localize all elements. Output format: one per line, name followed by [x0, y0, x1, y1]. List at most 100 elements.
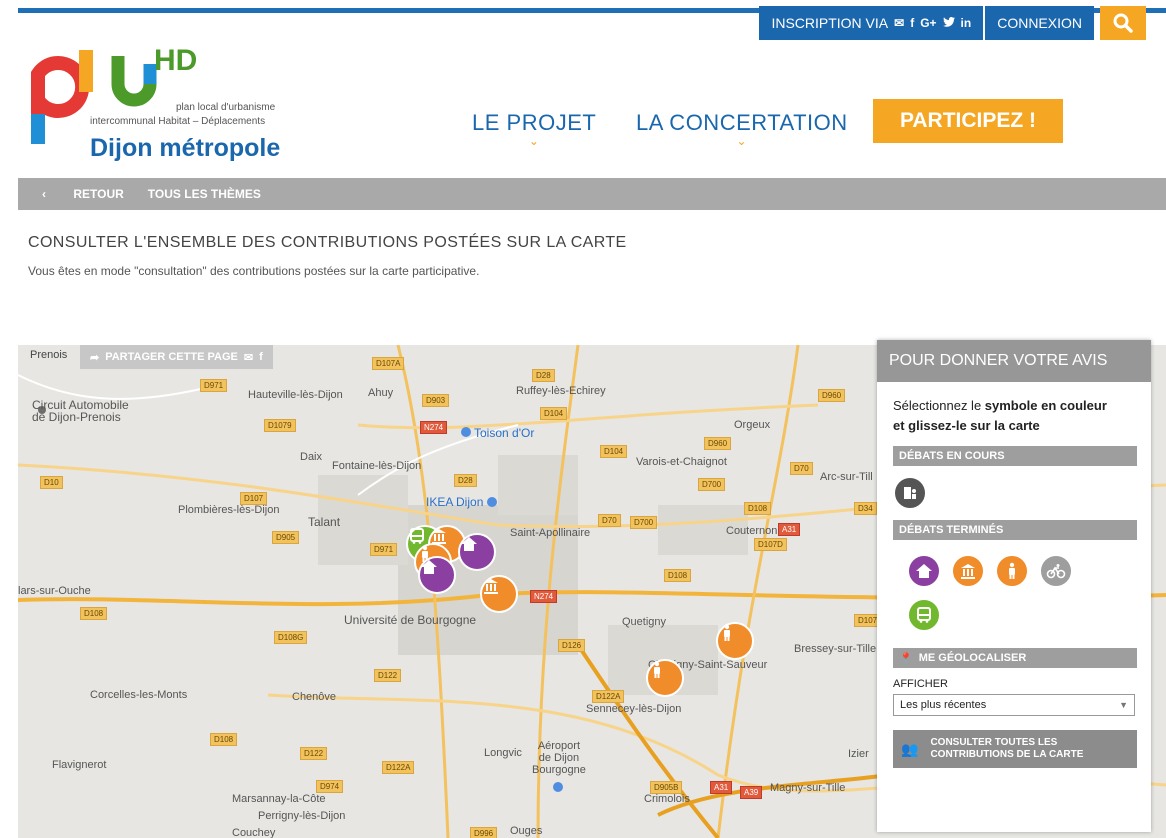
bus-icon	[917, 607, 931, 623]
habitat-marker[interactable]	[458, 533, 496, 571]
debats-termines-icons-row2	[877, 598, 1151, 642]
road-label: A31	[778, 523, 801, 536]
transport-symbol[interactable]	[907, 598, 941, 632]
twitter-icon[interactable]	[942, 16, 955, 30]
debat-en-cours-symbol[interactable]	[893, 476, 927, 510]
road-label: D700	[630, 516, 658, 529]
road-label: D903	[422, 394, 450, 407]
map-place: Ahuy	[368, 387, 394, 399]
users-icon: 👥	[901, 741, 919, 757]
pedestrian-icon	[654, 661, 660, 678]
logo-line1: plan local d'urbanisme	[176, 102, 276, 113]
road-label: D104	[600, 445, 628, 458]
map-place: Magny-sur-Tille	[770, 782, 846, 794]
mail-icon[interactable]: ✉	[244, 351, 253, 364]
nav-la-concertation[interactable]: LA CONCERTATION ⌄	[636, 110, 848, 148]
habitat-symbol[interactable]	[907, 554, 941, 588]
road-label: D70	[790, 462, 813, 475]
map-place: Arc-sur-Till	[820, 471, 873, 483]
house-icon	[421, 560, 437, 574]
pedestrian-symbol[interactable]	[995, 554, 1029, 588]
page-subtitle: Vous êtes en mode "consultation" des con…	[28, 264, 480, 278]
inscription-label: INSCRIPTION VIA	[771, 15, 889, 31]
map-place: Aéroport de Dijon Bourgogne	[532, 740, 586, 776]
road-label: D122A	[382, 761, 415, 774]
road-label: D905B	[650, 781, 683, 794]
road-label: D971	[370, 543, 398, 556]
intro-text-b: symbole en couleur	[984, 398, 1107, 413]
inscription-bar[interactable]: INSCRIPTION VIA ✉ f G+ in	[759, 6, 984, 40]
mail-icon[interactable]: ✉	[894, 16, 904, 30]
road-label: A39	[740, 786, 763, 799]
map-place: Talant	[308, 515, 341, 529]
tous-les-themes-link[interactable]: TOUS LES THÈMES	[148, 187, 261, 201]
sort-select-value: Les plus récentes	[900, 699, 987, 711]
nav-le-projet[interactable]: LE PROJET ⌄	[472, 110, 597, 148]
road-label: D104	[540, 407, 568, 420]
linkedin-icon[interactable]: in	[961, 16, 972, 30]
search-button[interactable]	[1100, 6, 1146, 40]
nav-le-projet-label: LE PROJET	[472, 110, 597, 135]
chevron-down-icon: ⌄	[528, 134, 540, 148]
bicycle-symbol[interactable]	[1039, 554, 1073, 588]
debats-en-cours-icons	[877, 466, 1151, 520]
map-place: Saint-Apollinaire	[510, 527, 591, 539]
map-place: Quetigny	[622, 616, 667, 628]
facebook-icon[interactable]: f	[259, 351, 263, 363]
road-label: D960	[818, 389, 846, 402]
facebook-icon[interactable]: f	[910, 16, 914, 30]
consult-all-contributions-button[interactable]: 👥 CONSULTER TOUTES LES CONTRIBUTIONS DE …	[893, 730, 1137, 768]
map-place: Chenôve	[292, 691, 337, 703]
road-label: D10	[40, 476, 63, 489]
map-place: Bressey-sur-Tille	[794, 643, 877, 655]
road-label: D700	[698, 478, 726, 491]
building-icon	[484, 579, 498, 594]
intro-text-c: et glissez-le sur la carte	[893, 418, 1040, 433]
equipement-marker[interactable]	[480, 575, 518, 613]
map-place: Circuit Automobile de Dijon-Prenois	[32, 398, 129, 424]
geolocate-button[interactable]: 📍 ME GÉOLOCALISER	[893, 648, 1137, 668]
google-plus-icon[interactable]: G+	[920, 16, 936, 30]
road-label: D28	[532, 369, 555, 382]
contribution-panel: POUR DONNER VOTRE AVIS Sélectionnez le s…	[877, 340, 1151, 832]
road-label: D974	[316, 780, 344, 793]
road-label: D996	[470, 827, 498, 838]
building-person-icon	[904, 487, 916, 499]
map-place: Longvic	[484, 747, 522, 759]
consult-line2: CONTRIBUTIONS DE LA CARTE	[930, 749, 1084, 760]
logo-line2: intercommunal Habitat – Déplacements	[90, 116, 266, 127]
plu-logo[interactable]: HD plan local d'urbanisme intercommunal …	[26, 44, 326, 174]
road-label: D107A	[372, 357, 405, 370]
connexion-button[interactable]: CONNEXION	[985, 6, 1094, 40]
map-place: Marsannay-la-Côte	[232, 793, 326, 805]
road-label: A31	[710, 781, 733, 794]
pedestrian-icon	[1009, 562, 1015, 579]
road-label: D108	[664, 569, 692, 582]
map-place: Ouges	[510, 825, 543, 837]
house-icon	[916, 564, 932, 578]
map-place: Varois-et-Chaignot	[636, 456, 727, 468]
map-place-prenois: Prenois	[30, 349, 68, 361]
pedestrian-marker[interactable]	[716, 622, 754, 660]
retour-link[interactable]: ‹ RETOUR	[42, 187, 124, 201]
bicycle-icon	[1046, 564, 1066, 579]
participez-button[interactable]: PARTICIPEZ !	[873, 99, 1063, 143]
road-label: D108G	[274, 631, 308, 644]
pedestrian-marker[interactable]	[646, 659, 684, 697]
road-label: D122	[374, 669, 402, 682]
map-place: lars-sur-Ouche	[18, 585, 91, 597]
share-page-bar[interactable]: ➦ PARTAGER CETTE PAGE ✉ f	[80, 345, 273, 369]
map-place: Sennecey-lès-Dijon	[586, 703, 682, 715]
equipement-symbol[interactable]	[951, 554, 985, 588]
sort-select[interactable]: Les plus récentes ▼	[893, 694, 1135, 716]
chevron-down-icon: ⌄	[736, 134, 748, 148]
road-label: N274	[530, 590, 558, 603]
debats-termines-icons	[877, 540, 1151, 598]
habitat-marker[interactable]	[418, 556, 456, 594]
share-label: PARTAGER CETTE PAGE	[105, 351, 238, 363]
sub-navigation: ‹ RETOUR TOUS LES THÈMES	[18, 178, 1166, 210]
panel-header: POUR DONNER VOTRE AVIS	[877, 340, 1151, 382]
road-label: D108	[210, 733, 238, 746]
intro-text-a: Sélectionnez le	[893, 398, 985, 413]
map-place: Ruffey-lès-Echirey	[516, 385, 606, 397]
